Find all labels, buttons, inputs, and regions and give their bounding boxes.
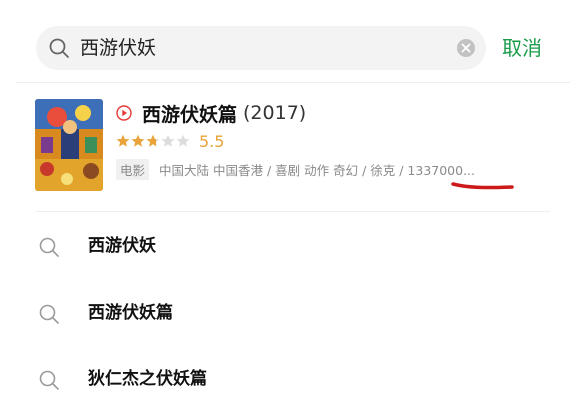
star-icon: [146, 134, 160, 147]
movie-year: (2017): [243, 102, 307, 124]
search-icon: [39, 237, 59, 257]
play-icon: [116, 105, 132, 121]
movie-poster-image: [35, 99, 103, 191]
search-input[interactable]: 西游伏妖: [36, 26, 486, 70]
movie-title: 西游伏妖篇: [142, 103, 238, 126]
search-icon: [39, 370, 59, 390]
search-icon: [39, 304, 59, 324]
suggestion-label: 西游伏妖: [88, 236, 156, 256]
movie-result-card[interactable]: 西游伏妖篇 (2017) 5.5 电影 中国大陆 中国香港 / 喜剧 动作 奇幻…: [0, 84, 586, 212]
movie-info-text: 中国大陆 中国香港 / 喜剧 动作 奇幻 / 徐克 / 1337000...: [159, 162, 476, 178]
movie-info-row: 电影 中国大陆 中国香港 / 喜剧 动作 奇幻 / 徐克 / 1337000..…: [116, 158, 475, 180]
rating-stars: [116, 134, 191, 148]
search-icon: [49, 38, 69, 58]
suggestion-item[interactable]: 西游伏妖: [0, 216, 586, 276]
suggestion-item[interactable]: 西游伏妖篇: [0, 283, 586, 343]
star-icon: [176, 134, 190, 147]
card-divider: [36, 211, 550, 212]
header-divider: [16, 82, 570, 83]
suggestion-label: 西游伏妖篇: [88, 303, 173, 323]
clear-icon[interactable]: [456, 38, 476, 58]
star-icon: [131, 134, 145, 147]
search-query-text[interactable]: 西游伏妖: [80, 26, 156, 70]
red-pen-underline-mark: [451, 182, 514, 190]
star-icon: [161, 134, 175, 147]
rating-value: 5.5: [199, 131, 225, 151]
suggestion-item[interactable]: 狄仁杰之伏妖篇: [0, 349, 586, 409]
suggestion-label: 狄仁杰之伏妖篇: [88, 369, 207, 389]
cancel-button[interactable]: 取消: [502, 26, 542, 70]
rating-row: 5.5: [116, 130, 224, 152]
type-badge: 电影: [116, 158, 150, 180]
star-icon: [116, 134, 130, 147]
